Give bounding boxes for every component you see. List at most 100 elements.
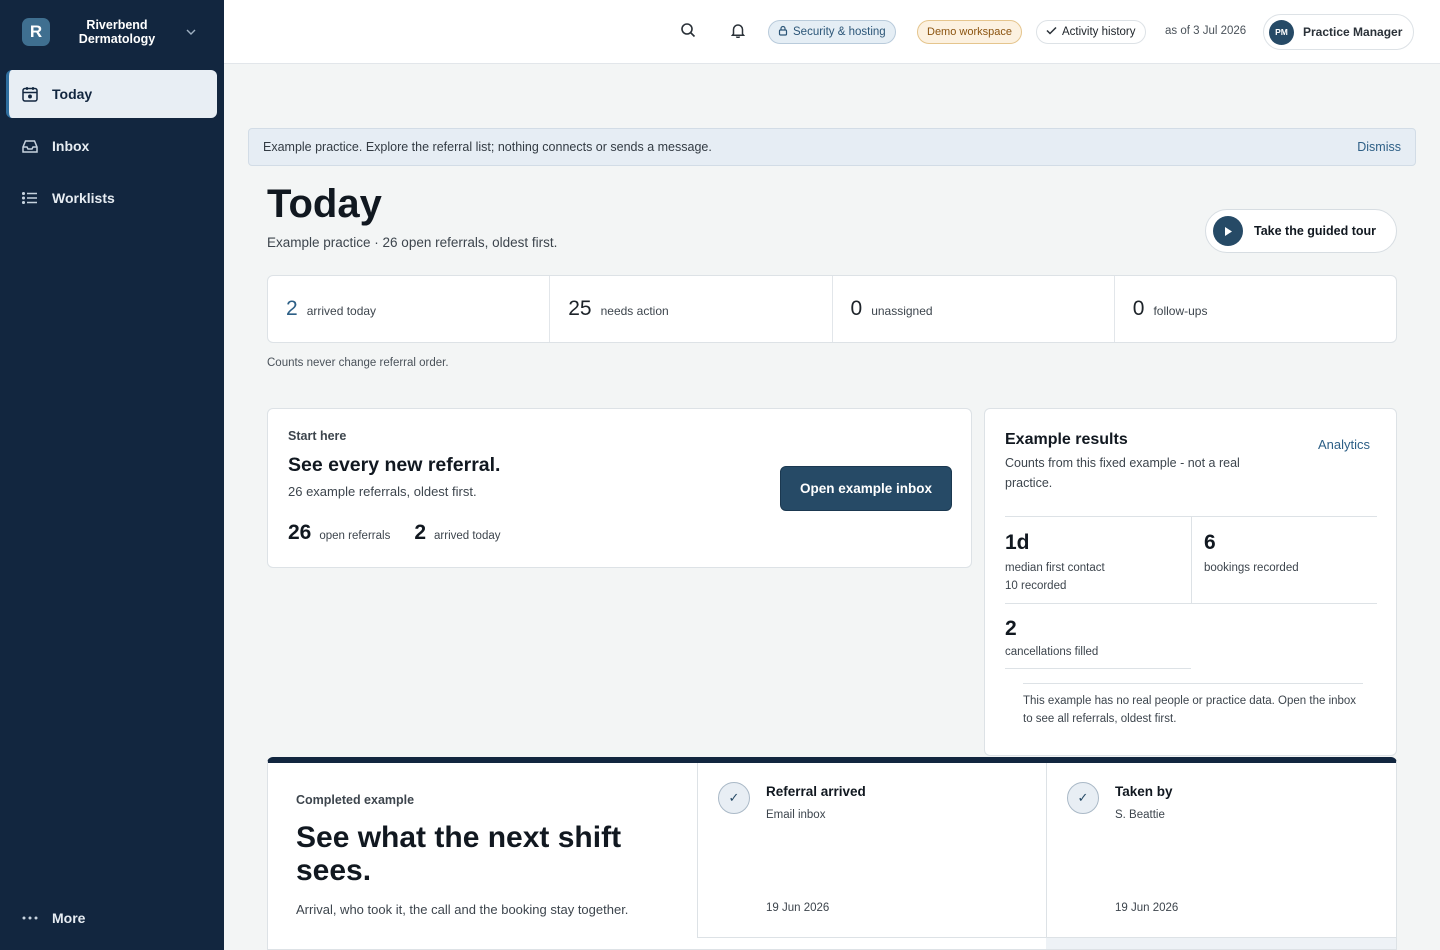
- arrived-today-value: 2: [414, 521, 427, 544]
- step-detail: Email inbox: [766, 809, 826, 821]
- more-dots-icon: [20, 908, 40, 928]
- count-follow-ups[interactable]: 0 follow-ups: [1115, 276, 1396, 342]
- results-note: This example has no real people or pract…: [1023, 683, 1363, 728]
- page-title: Today: [267, 182, 382, 226]
- start-eyebrow: Start here: [288, 429, 347, 443]
- sidebar-more-label: More: [52, 910, 86, 926]
- inbox-icon: [20, 136, 40, 156]
- sidebar-item-label: Inbox: [52, 138, 90, 154]
- metric-cancellations-filled: 2 cancellations filled: [1005, 603, 1377, 669]
- play-icon: [1213, 216, 1243, 246]
- metric-label: median first contact: [1005, 562, 1105, 574]
- completed-subtitle: Arrival, who took it, the call and the b…: [296, 902, 629, 917]
- user-name: Practice Manager: [1303, 25, 1403, 39]
- page-subtitle: Example practice · 26 open referrals, ol…: [267, 235, 558, 250]
- activity-history-label: Activity history: [1062, 26, 1136, 38]
- check-icon: ✓: [1067, 782, 1099, 814]
- open-referrals-value: 26: [288, 521, 312, 544]
- workspace-name-line1: Riverbend: [86, 18, 148, 32]
- count-label: arrived today: [306, 303, 377, 318]
- avatar: PM: [1269, 19, 1294, 45]
- start-title: See every new referral.: [288, 454, 501, 476]
- workspace-switcher[interactable]: R Riverbend Dermatology: [22, 17, 198, 47]
- security-hosting-label: Security & hosting: [793, 26, 886, 38]
- step-title: Taken by: [1115, 784, 1173, 799]
- step-title: Referral arrived: [766, 784, 866, 799]
- open-referrals-label: open referrals: [319, 530, 391, 542]
- step-date: 19 Jun 2026: [766, 902, 830, 914]
- timeline-next-row: [697, 937, 1396, 949]
- guided-tour-label: Take the guided tour: [1254, 224, 1376, 238]
- count-label: follow-ups: [1153, 303, 1208, 318]
- sidebar-item-label: Today: [52, 86, 93, 102]
- count-arrived-today[interactable]: 2 arrived today: [268, 276, 551, 342]
- bell-icon: [730, 22, 746, 43]
- count-value: 0: [850, 297, 863, 320]
- start-here-card: Start here See every new referral. 26 ex…: [267, 408, 972, 568]
- sidebar-item-inbox[interactable]: Inbox: [6, 122, 217, 170]
- count-needs-action[interactable]: 25 needs action: [550, 276, 833, 342]
- workspace-name: Riverbend Dermatology: [50, 18, 184, 46]
- counts-strip: 2 arrived today 25 needs action 0 unassi…: [267, 275, 1397, 343]
- open-inbox-button[interactable]: Open example inbox: [780, 466, 952, 511]
- chevron-down-icon: [184, 25, 198, 39]
- completed-title: See what the next shift sees.: [296, 821, 622, 887]
- counts-note: Counts never change referral order.: [267, 357, 449, 369]
- arrived-today-label: arrived today: [434, 530, 501, 542]
- count-label: unassigned: [871, 303, 933, 318]
- timeline-next-highlight: [1046, 938, 1396, 949]
- as-of-date: as of 3 Jul 2026: [1165, 25, 1247, 37]
- search-button[interactable]: [676, 20, 700, 44]
- completed-eyebrow: Completed example: [296, 793, 415, 807]
- topbar: Security & hosting Demo workspace Activi…: [224, 0, 1440, 64]
- completed-example-card: Completed example See what the next shif…: [267, 757, 1397, 950]
- dismiss-button[interactable]: Dismiss: [1357, 140, 1401, 154]
- demo-workspace-badge: Demo workspace: [917, 20, 1022, 44]
- lock-icon: [778, 25, 793, 39]
- sidebar-nav: Today Inbox Worklists: [6, 70, 217, 226]
- metric-value: 2: [1005, 617, 1017, 640]
- demo-banner: Example practice. Explore the referral l…: [248, 128, 1416, 166]
- results-subtitle: Counts from this fixed example - not a r…: [1005, 456, 1240, 490]
- metric-value: 1d: [1005, 531, 1030, 554]
- list-icon: [20, 188, 40, 208]
- start-stats: 26 open referrals 2 arrived today: [288, 521, 525, 545]
- timeline-step-referral-arrived: ✓ Referral arrived Email inbox 19 Jun 20…: [697, 763, 1046, 938]
- user-menu[interactable]: PM Practice Manager: [1263, 14, 1414, 50]
- sidebar-more[interactable]: More: [20, 908, 85, 928]
- metric-median-first-contact: 1d median first contact 10 recorded: [1005, 517, 1191, 603]
- start-subtitle: 26 example referrals, oldest first.: [288, 484, 477, 499]
- count-unassigned[interactable]: 0 unassigned: [833, 276, 1115, 342]
- count-value: 2: [286, 297, 298, 320]
- activity-history-pill[interactable]: Activity history: [1036, 20, 1146, 44]
- search-icon: [680, 22, 696, 43]
- check-icon: [1046, 26, 1062, 38]
- completed-intro: Completed example See what the next shif…: [268, 763, 697, 949]
- security-hosting-pill[interactable]: Security & hosting: [768, 20, 896, 44]
- results-grid: 1d median first contact 10 recorded 6 bo…: [1005, 516, 1377, 669]
- metric-value: 6: [1204, 531, 1216, 554]
- example-results-card: Example results Analytics Counts from th…: [984, 408, 1397, 756]
- metric-label: bookings recorded: [1204, 562, 1299, 574]
- timeline-step-taken-by: ✓ Taken by S. Beattie 19 Jun 2026: [1046, 763, 1396, 938]
- sidebar-item-worklists[interactable]: Worklists: [6, 174, 217, 222]
- workspace-name-line2: Dermatology: [78, 32, 156, 46]
- calendar-icon: [20, 84, 40, 104]
- analytics-link[interactable]: Analytics: [1318, 437, 1370, 452]
- results-title: Example results: [1005, 431, 1128, 448]
- step-detail: S. Beattie: [1115, 809, 1165, 821]
- sidebar: R Riverbend Dermatology Today Inbox Work…: [0, 0, 224, 950]
- sidebar-item-today[interactable]: Today: [6, 70, 217, 118]
- sidebar-item-label: Worklists: [52, 190, 115, 206]
- count-label: needs action: [600, 303, 669, 318]
- count-value: 0: [1132, 297, 1145, 320]
- banner-text: Example practice. Explore the referral l…: [263, 140, 712, 154]
- guided-tour-button[interactable]: Take the guided tour: [1205, 209, 1397, 253]
- notifications-button[interactable]: [726, 20, 750, 44]
- check-icon: ✓: [718, 782, 750, 814]
- workspace-logo: R: [22, 18, 50, 46]
- metric-sublabel: 10 recorded: [1005, 580, 1067, 592]
- count-value: 25: [568, 297, 592, 320]
- metric-bookings-recorded: 6 bookings recorded: [1191, 517, 1377, 603]
- step-date: 19 Jun 2026: [1115, 902, 1179, 914]
